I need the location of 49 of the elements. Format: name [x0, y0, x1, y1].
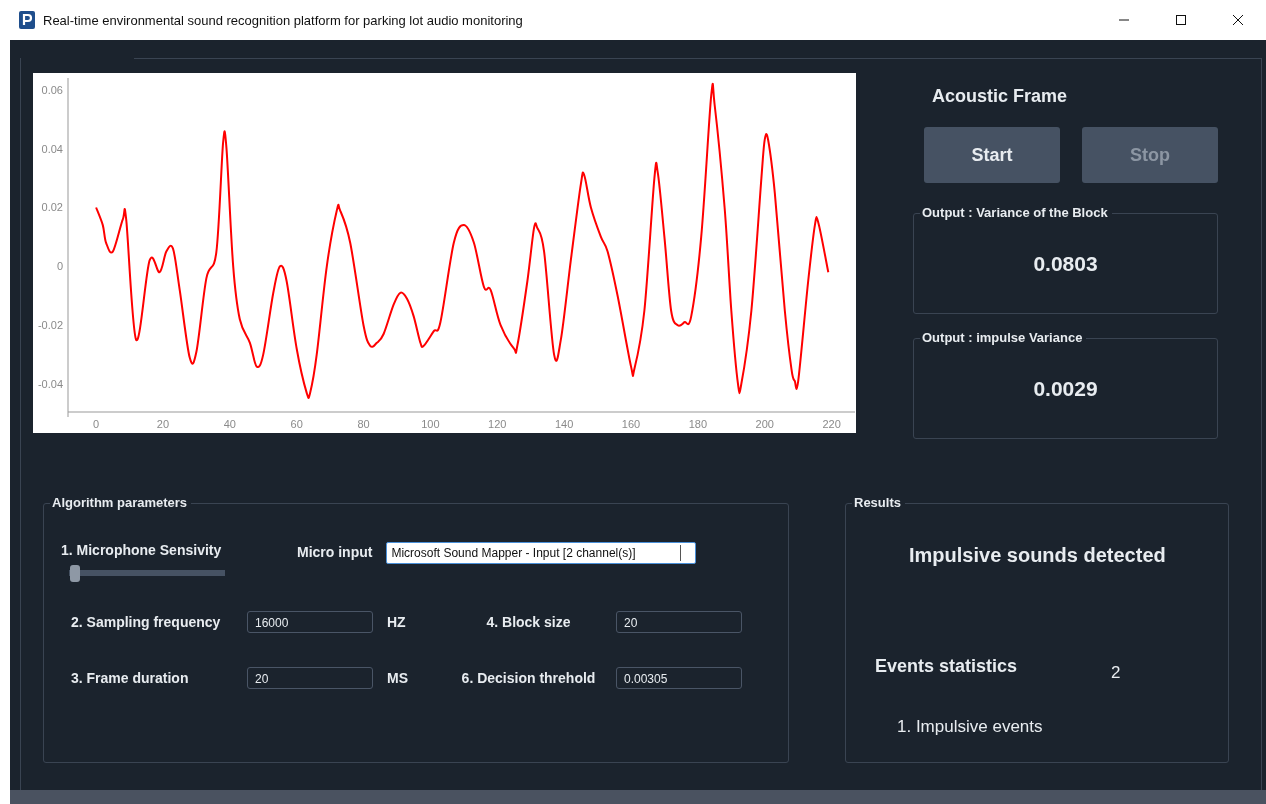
group-legend: Output : Variance of the Block — [920, 205, 1112, 220]
x-tick-label: 180 — [688, 418, 708, 430]
field-label: Micro input — [297, 544, 373, 560]
app-logo-icon — [19, 11, 35, 29]
x-tick-label: 80 — [357, 418, 370, 430]
close-icon — [1231, 14, 1244, 26]
y-tick-label: 0.02 — [41, 201, 63, 214]
window-title: Real-time environmental sound recognition platform for parking lot audio monitoring — [43, 12, 523, 28]
y-tick-label: -0.02 — [37, 319, 63, 332]
group-legend: Results — [852, 495, 905, 510]
output-value: 0.0803 — [1033, 251, 1098, 276]
micro-input-dropdown[interactable]: Microsoft Sound Mapper - Input [2 channel(s)] — [386, 542, 697, 564]
field-label: 3. Frame duration — [71, 670, 190, 686]
y-tick-label: 0.04 — [41, 142, 63, 155]
input-field[interactable]: 20 — [247, 667, 373, 689]
field-label: 1. Microphone Sensivity — [61, 542, 223, 558]
group-legend: Algorithm parameters — [50, 495, 192, 510]
output-value: 0.0029 — [1033, 376, 1098, 401]
slider-thumb[interactable] — [70, 565, 80, 582]
y-tick-label: -0.04 — [37, 378, 63, 391]
field-label: 6. Decision threhold — [460, 670, 597, 686]
x-tick-label: 0 — [93, 418, 100, 430]
x-tick-label: 40 — [223, 418, 236, 430]
maximize-icon — [1174, 14, 1187, 26]
x-tick-label: 200 — [755, 418, 774, 430]
detection-status: Impulsive sounds detected — [909, 544, 1167, 567]
x-tick-label: 60 — [290, 418, 303, 430]
input-field[interactable]: 0.00305 — [616, 667, 742, 689]
event-count: 2 — [1111, 663, 1121, 683]
input-field[interactable]: 16000 — [247, 611, 373, 633]
x-tick-label: 140 — [554, 418, 574, 430]
sensitivity-slider[interactable] — [69, 565, 225, 582]
x-tick-label: 100 — [421, 418, 440, 430]
field-label: 4. Block size — [485, 614, 572, 630]
x-tick-label: 220 — [822, 418, 841, 430]
section-title: Acoustic Frame — [932, 86, 1069, 107]
unit-label: HZ — [386, 614, 407, 630]
y-tick-label: 0.06 — [41, 83, 63, 96]
x-tick-label: 160 — [621, 418, 641, 430]
unit-label: MS — [386, 670, 409, 686]
input-field[interactable]: 20 — [616, 611, 742, 633]
event-type-label: 1. Impulsive events — [897, 717, 1044, 737]
start-button[interactable]: Start — [924, 127, 1060, 183]
x-tick-label: 120 — [488, 418, 507, 430]
group-legend: Output : impulse Variance — [920, 330, 1087, 345]
y-tick-label: 0 — [56, 260, 63, 273]
x-tick-label: 20 — [156, 418, 170, 430]
stats-title: Events statistics — [875, 655, 1019, 677]
field-label: 2. Sampling frequency — [71, 614, 222, 630]
